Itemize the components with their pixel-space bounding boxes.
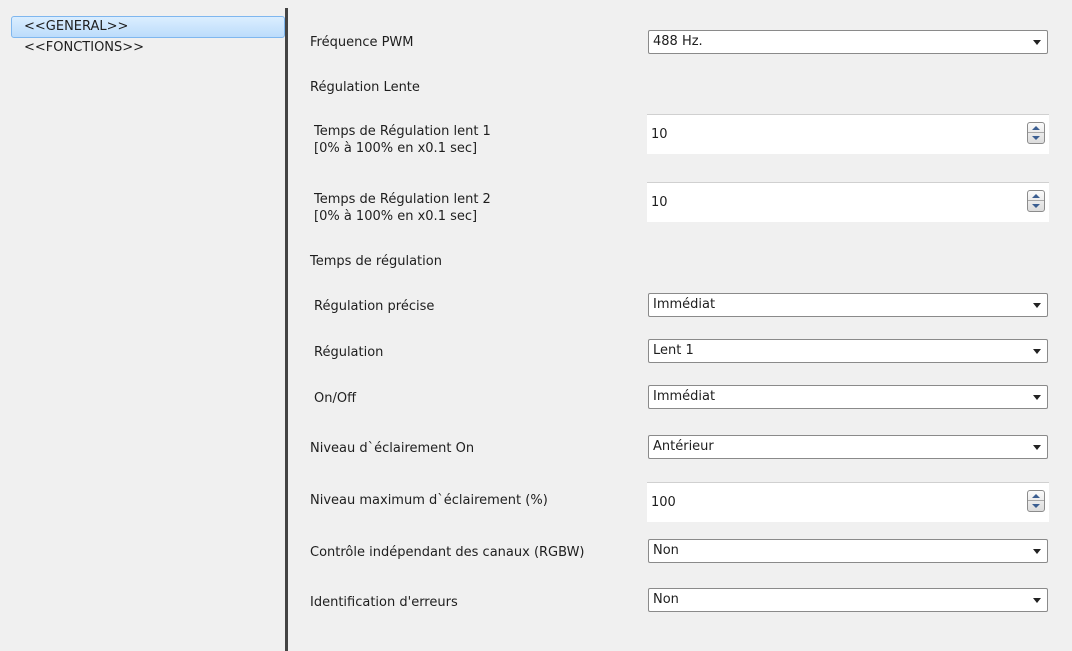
slow-regulation-time-1-range: [0% à 100% en x0.1 sec] <box>314 141 478 156</box>
slow-regulation-time-1-spinbox <box>647 114 1049 154</box>
regulation-label: Régulation <box>314 345 384 360</box>
independent-channels-label: Contrôle indépendant des canaux (RGBW) <box>310 545 585 560</box>
slow-regulation-time-1-label: Temps de Régulation lent 1 [0% à 100% en… <box>314 124 491 156</box>
slow-regulation-time-2-range: [0% à 100% en x0.1 sec] <box>314 209 478 224</box>
independent-channels-select[interactable]: Non <box>648 539 1048 563</box>
chevron-down-icon <box>1033 303 1041 308</box>
chevron-down-icon <box>1033 445 1041 450</box>
increment-button[interactable] <box>1028 191 1044 201</box>
pwm-frequency-label: Fréquence PWM <box>310 35 414 50</box>
decrement-button[interactable] <box>1028 201 1044 211</box>
slow-regulation-time-2-label: Temps de Régulation lent 2 [0% à 100% en… <box>314 192 491 224</box>
chevron-down-icon <box>1033 40 1041 45</box>
sidebar-item-fonctions[interactable]: <<FONCTIONS>> <box>11 37 144 59</box>
pwm-frequency-value: 488 Hz. <box>653 34 703 49</box>
slow-regulation-time-1-stepper[interactable] <box>1027 122 1045 144</box>
arrow-down-icon <box>1032 136 1040 140</box>
arrow-up-icon <box>1032 494 1040 498</box>
chevron-down-icon <box>1033 549 1041 554</box>
sidebar-item-general[interactable]: <<GENERAL>> <box>11 16 285 38</box>
error-identification-value: Non <box>653 592 679 607</box>
arrow-down-icon <box>1032 504 1040 508</box>
slow-regulation-time-1-input[interactable] <box>647 115 1007 153</box>
level-on-select[interactable]: Antérieur <box>648 435 1048 459</box>
level-on-value: Antérieur <box>653 439 714 454</box>
error-identification-select[interactable]: Non <box>648 588 1048 612</box>
slow-regulation-time-2-spinbox <box>647 182 1049 222</box>
on-off-label: On/Off <box>314 391 357 406</box>
precise-regulation-label: Régulation précise <box>314 299 435 314</box>
arrow-up-icon <box>1032 126 1040 130</box>
pwm-frequency-select[interactable]: 488 Hz. <box>648 30 1048 54</box>
chevron-down-icon <box>1033 598 1041 603</box>
slow-regulation-time-1-title: Temps de Régulation lent 1 <box>314 124 491 139</box>
chevron-down-icon <box>1033 395 1041 400</box>
max-level-spinbox <box>647 482 1049 522</box>
on-off-select[interactable]: Immédiat <box>648 385 1048 409</box>
increment-button[interactable] <box>1028 123 1044 133</box>
slow-regulation-section-label: Régulation Lente <box>310 80 420 95</box>
max-level-input[interactable] <box>647 483 1007 521</box>
max-level-stepper[interactable] <box>1027 490 1045 512</box>
regulation-time-section-label: Temps de régulation <box>310 254 442 269</box>
arrow-down-icon <box>1032 204 1040 208</box>
chevron-down-icon <box>1033 349 1041 354</box>
slow-regulation-time-2-input[interactable] <box>647 183 1007 221</box>
arrow-up-icon <box>1032 194 1040 198</box>
precise-regulation-select[interactable]: Immédiat <box>648 293 1048 317</box>
decrement-button[interactable] <box>1028 501 1044 511</box>
level-on-label: Niveau d`éclairement On <box>310 441 475 456</box>
decrement-button[interactable] <box>1028 133 1044 143</box>
precise-regulation-value: Immédiat <box>653 297 716 312</box>
regulation-select[interactable]: Lent 1 <box>648 339 1048 363</box>
regulation-value: Lent 1 <box>653 343 694 358</box>
error-identification-label: Identification d'erreurs <box>310 595 458 610</box>
slow-regulation-time-2-title: Temps de Régulation lent 2 <box>314 192 491 207</box>
independent-channels-value: Non <box>653 543 679 558</box>
on-off-value: Immédiat <box>653 389 716 404</box>
increment-button[interactable] <box>1028 491 1044 501</box>
max-level-label: Niveau maximum d`éclairement (%) <box>310 493 548 508</box>
window: <<GENERAL>> <<FONCTIONS>> Fréquence PWM … <box>0 0 1072 651</box>
parameters-panel: Fréquence PWM 488 Hz. Régulation Lente T… <box>288 8 1072 651</box>
sidebar: <<GENERAL>> <<FONCTIONS>> <box>8 8 285 651</box>
slow-regulation-time-2-stepper[interactable] <box>1027 190 1045 212</box>
